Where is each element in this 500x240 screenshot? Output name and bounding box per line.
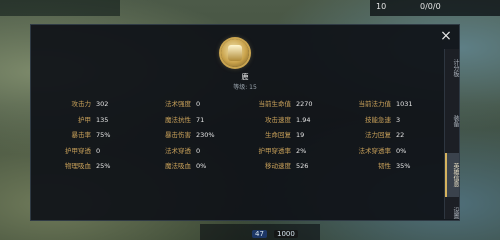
stat-item: 暴击伤害 230% (139, 128, 237, 143)
stat-item: 技能急速 3 (339, 113, 437, 128)
stats-row: 暴击率 75% 暴击伤害 230% 生命回复 19 法力回复 22 (39, 128, 437, 144)
hud-bottom-bar: 47 1000 (200, 224, 320, 240)
stat-item: 当前生命值 2270 (239, 97, 337, 112)
stat-item: 生命回复 19 (239, 128, 337, 143)
stat-item: 魔法抗性 71 (139, 113, 237, 128)
stat-label: 当前法力值 (358, 100, 392, 108)
hero-level: 等级: 15 (233, 84, 257, 91)
stat-item: 物理吸血 25% (39, 159, 137, 174)
stat-item: 当前法力值 1031 (339, 97, 437, 112)
stat-value: 0 (96, 146, 101, 155)
hero-stats-panel: × 鹿 等级: 15 攻击力 302 法术强度 0 当前生命值 2270 当前法力值 1… (30, 24, 460, 221)
hud-bottom-value-2: 1000 (274, 230, 298, 238)
tab-scoreboard[interactable]: 计分板 (445, 53, 459, 83)
stat-label: 法术穿透率 (358, 146, 392, 155)
stat-label: 物理吸血 (65, 162, 91, 170)
hud-top-left-bar (0, 0, 120, 16)
stat-label: 法力回复 (365, 131, 391, 139)
tab-hero-info[interactable]: 英雄信息 (445, 153, 459, 197)
stat-value: 0% (396, 146, 407, 155)
tab-equipment[interactable]: 装备 (445, 111, 459, 131)
hero-avatar-icon (221, 39, 249, 67)
stat-value: 0 (196, 100, 201, 108)
stat-label: 攻击力 (71, 100, 92, 108)
stat-value: 35% (396, 162, 411, 170)
stat-value: 75% (96, 131, 111, 139)
stat-value: 2% (296, 146, 307, 155)
stats-row: 物理吸血 25% 魔法吸血 0% 移动速度 526 韧性 35% (39, 159, 437, 175)
stat-item: 攻击速度 1.94 (239, 113, 337, 128)
stat-value: 135 (96, 115, 109, 124)
stat-item: 护甲 135 (39, 113, 137, 128)
stat-item: 法术穿透 0 (139, 144, 237, 159)
stat-value: 302 (96, 100, 109, 108)
stat-item: 法术强度 0 (139, 97, 237, 112)
stats-row: 护甲 135 魔法抗性 71 攻击速度 1.94 技能急速 3 (39, 113, 437, 129)
stat-value: 22 (396, 131, 405, 139)
stat-label: 法术强度 (165, 100, 191, 108)
stat-value: 526 (296, 162, 309, 170)
stat-item: 暴击率 75% (39, 128, 137, 143)
stat-value: 19 (296, 131, 305, 139)
stat-label: 韧性 (378, 162, 391, 170)
stat-label: 当前生命值 (258, 100, 292, 108)
stat-value: 25% (96, 162, 111, 170)
stat-value: 1.94 (296, 115, 311, 124)
stat-label: 护甲穿透率 (258, 146, 292, 155)
stat-item: 攻击力 302 (39, 97, 137, 112)
stat-label: 技能急速 (365, 115, 391, 124)
stat-label: 移动速度 (265, 162, 291, 170)
stat-item: 移动速度 526 (239, 159, 337, 174)
stat-item: 护甲穿透 0 (39, 144, 137, 159)
stat-value: 71 (196, 115, 205, 124)
hud-top-right-bar: 10 0/0/0 (370, 0, 500, 16)
stat-item: 法力回复 22 (339, 128, 437, 143)
stat-label: 生命回复 (265, 131, 291, 139)
stat-item: 魔法吸血 0% (139, 159, 237, 174)
stat-value: 0 (196, 146, 201, 155)
stat-label: 魔法抗性 (165, 115, 191, 124)
stat-item: 法术穿透率 0% (339, 144, 437, 159)
stat-value: 1031 (396, 100, 413, 108)
stat-value: 230% (196, 131, 215, 139)
stat-value: 3 (396, 115, 401, 124)
stat-value: 2270 (296, 100, 313, 108)
stats-grid: 攻击力 302 法术强度 0 当前生命值 2270 当前法力值 1031 护甲 135 魔… (39, 97, 437, 175)
side-tab-bar: 计分板 装备 英雄信息 设置 (444, 49, 459, 219)
stats-row: 攻击力 302 法术强度 0 当前生命值 2270 当前法力值 1031 (39, 97, 437, 113)
kda-score: 0/0/0 (420, 2, 441, 11)
tab-settings[interactable]: 设置 (445, 207, 459, 219)
team-score: 10 (376, 2, 387, 11)
stat-label: 法术穿透 (165, 146, 191, 155)
stat-label: 暴击伤害 (165, 131, 191, 139)
stat-label: 攻击速度 (265, 115, 291, 124)
stat-label: 魔法吸血 (165, 162, 191, 170)
stat-label: 暴击率 (71, 131, 92, 139)
stat-item: 护甲穿透率 2% (239, 144, 337, 159)
hud-bottom-value: 47 (252, 230, 267, 238)
stat-value: 0% (196, 162, 207, 170)
stats-row: 护甲穿透 0 法术穿透 0 护甲穿透率 2% 法术穿透率 0% (39, 144, 437, 160)
stat-label: 护甲穿透 (65, 146, 91, 155)
hero-name: 鹿 (241, 73, 249, 81)
close-button[interactable]: × (439, 29, 453, 43)
stat-label: 护甲 (78, 115, 91, 124)
stat-item: 韧性 35% (339, 159, 437, 174)
